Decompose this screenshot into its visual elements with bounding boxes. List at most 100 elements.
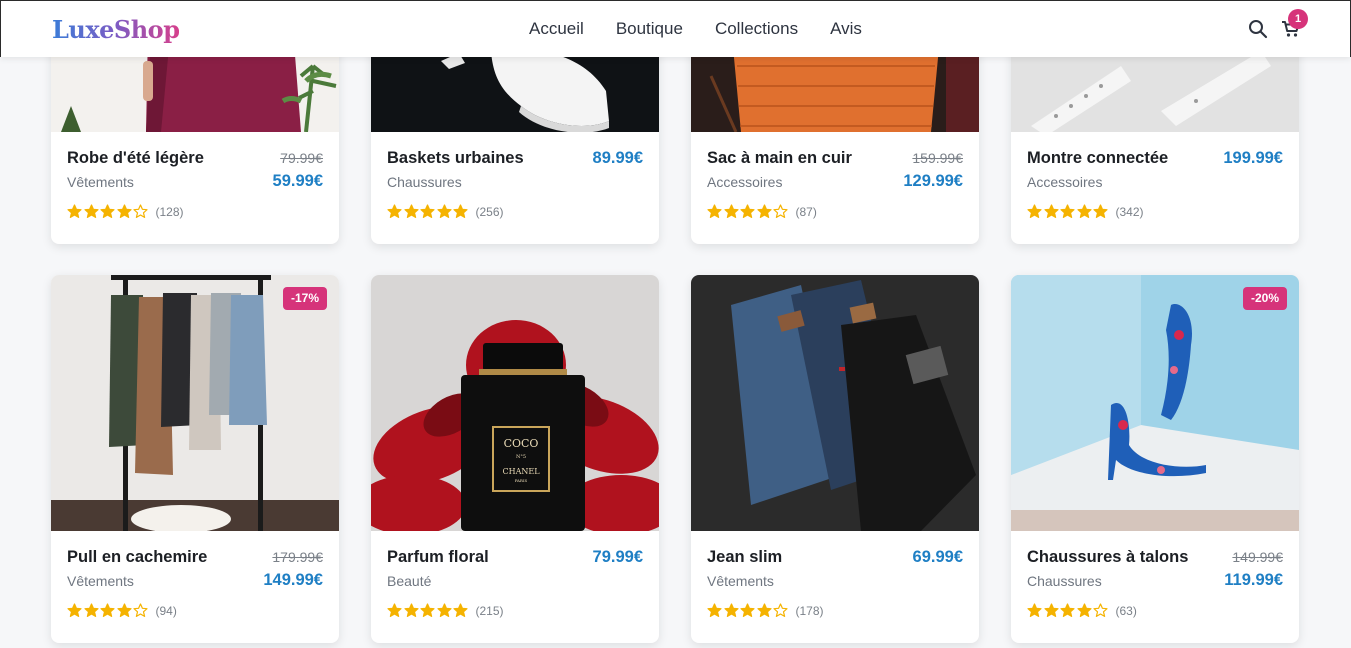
product-price: 69.99€ xyxy=(912,548,963,566)
product-name[interactable]: Chaussures à talons xyxy=(1027,548,1188,567)
star-filled-icon xyxy=(1076,204,1092,218)
product-price: 59.99€ xyxy=(272,172,323,190)
star-filled-icon xyxy=(100,603,115,617)
star-filled-icon xyxy=(1093,204,1108,218)
product-category: Vêtements xyxy=(67,174,134,190)
product-name[interactable]: Pull en cachemire xyxy=(67,548,207,567)
review-count: (63) xyxy=(1115,603,1137,618)
star-filled-icon xyxy=(100,204,115,218)
star-filled-icon xyxy=(420,603,435,617)
rating: (342) xyxy=(1027,204,1144,219)
star-filled-icon xyxy=(1043,204,1059,218)
product-price: 149.99€ xyxy=(263,571,323,589)
star-filled-icon xyxy=(387,603,402,617)
star-filled-icon xyxy=(67,603,82,617)
product-name[interactable]: Robe d'été légère xyxy=(67,149,204,168)
site-header: LuxeShop Accueil Boutique Collections Av… xyxy=(0,0,1351,57)
star-empty-icon xyxy=(773,603,788,617)
review-count: (342) xyxy=(1115,204,1144,219)
rating: (94) xyxy=(67,603,177,618)
search-icon[interactable] xyxy=(1248,19,1268,39)
product-name[interactable]: Parfum floral xyxy=(387,548,489,567)
star-filled-icon xyxy=(420,204,435,218)
review-count: (87) xyxy=(795,204,817,219)
star-empty-icon xyxy=(1093,603,1108,617)
star-empty-icon xyxy=(773,204,788,218)
rating: (63) xyxy=(1027,603,1137,618)
star-filled-icon xyxy=(707,603,722,617)
product-category: Chaussures xyxy=(387,174,462,190)
product-image-jeans[interactable] xyxy=(691,275,979,531)
product-category: Vêtements xyxy=(707,573,774,589)
main-nav: Accueil Boutique Collections Avis xyxy=(529,19,894,39)
star-empty-icon xyxy=(133,204,148,218)
product-name[interactable]: Baskets urbaines xyxy=(387,149,524,168)
star-filled-icon xyxy=(756,603,772,617)
review-count: (215) xyxy=(475,603,504,618)
star-filled-icon xyxy=(387,204,402,218)
review-count: (178) xyxy=(795,603,824,618)
star-filled-icon xyxy=(1027,603,1042,617)
product-category: Accessoires xyxy=(1027,174,1103,190)
star-filled-icon xyxy=(453,204,468,218)
product-price: 199.99€ xyxy=(1223,149,1283,167)
product-image-perfume[interactable]: COCO N°5 CHANEL PARIS xyxy=(371,275,659,531)
nav-avis[interactable]: Avis xyxy=(830,19,862,39)
review-count: (94) xyxy=(155,603,177,618)
star-filled-icon xyxy=(436,204,452,218)
nav-boutique[interactable]: Boutique xyxy=(616,19,683,39)
rating: (128) xyxy=(67,204,184,219)
star-filled-icon xyxy=(723,204,739,218)
product-card[interactable]: Jean slim Vêtements 69.99€ (178) xyxy=(691,275,979,643)
product-card[interactable]: COCO N°5 CHANEL PARIS Parfum floral Beau… xyxy=(371,275,659,643)
product-category: Chaussures xyxy=(1027,573,1102,589)
star-filled-icon xyxy=(707,204,722,218)
perfume-label-no5: N°5 xyxy=(516,454,526,460)
review-count: (256) xyxy=(475,204,504,219)
review-count: (128) xyxy=(155,204,184,219)
product-price: 89.99€ xyxy=(592,149,643,167)
product-price: 119.99€ xyxy=(1224,571,1283,589)
product-category: Accessoires xyxy=(707,174,783,190)
product-old-price: 79.99€ xyxy=(280,150,323,166)
product-image-sweater[interactable]: -17% xyxy=(51,275,339,531)
nav-accueil[interactable]: Accueil xyxy=(529,19,584,39)
nav-collections[interactable]: Collections xyxy=(715,19,798,39)
logo[interactable]: LuxeShop xyxy=(52,15,180,44)
rating: (256) xyxy=(387,204,504,219)
star-filled-icon xyxy=(1060,204,1075,218)
cart-count-badge: 1 xyxy=(1288,9,1308,29)
star-filled-icon xyxy=(67,204,82,218)
star-filled-icon xyxy=(116,603,132,617)
star-filled-icon xyxy=(756,204,772,218)
product-image-heels[interactable]: -20% xyxy=(1011,275,1299,531)
product-old-price: 159.99€ xyxy=(912,150,963,166)
product-name[interactable]: Sac à main en cuir xyxy=(707,149,852,168)
product-name[interactable]: Jean slim xyxy=(707,548,782,567)
star-filled-icon xyxy=(83,603,99,617)
star-filled-icon xyxy=(453,603,468,617)
product-category: Vêtements xyxy=(67,573,134,589)
star-filled-icon xyxy=(403,603,419,617)
discount-badge: -17% xyxy=(282,287,327,310)
perfume-label-chanel: CHANEL xyxy=(502,467,540,476)
product-card[interactable]: -20% Chaussures à talons Chaussures 149.… xyxy=(1011,275,1299,643)
rating: (87) xyxy=(707,204,817,219)
star-filled-icon xyxy=(83,204,99,218)
star-filled-icon xyxy=(1076,603,1092,617)
product-price: 129.99€ xyxy=(903,172,963,190)
perfume-label-coco: COCO xyxy=(504,437,539,450)
product-category: Beauté xyxy=(387,573,432,589)
star-filled-icon xyxy=(740,603,755,617)
rating: (215) xyxy=(387,603,504,618)
product-old-price: 149.99€ xyxy=(1232,549,1283,565)
star-filled-icon xyxy=(740,204,755,218)
product-price: 79.99€ xyxy=(592,548,643,566)
star-empty-icon xyxy=(133,603,148,617)
product-card[interactable]: -17% Pull en cachemire Vêtements 179.99€… xyxy=(51,275,339,643)
star-filled-icon xyxy=(1027,204,1042,218)
product-old-price: 179.99€ xyxy=(272,549,323,565)
star-filled-icon xyxy=(403,204,419,218)
product-name[interactable]: Montre connectée xyxy=(1027,149,1168,168)
star-filled-icon xyxy=(723,603,739,617)
